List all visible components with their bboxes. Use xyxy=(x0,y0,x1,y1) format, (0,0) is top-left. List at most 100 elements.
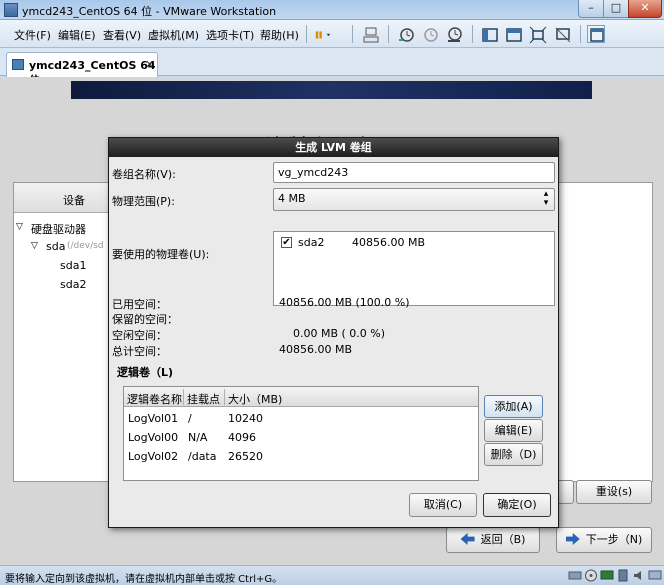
next-arrow-icon xyxy=(565,533,580,545)
pv-sda2-checkbox[interactable]: ✔ xyxy=(281,237,292,248)
back-button-label: 返回（B) xyxy=(480,533,526,546)
window-titlebar: ymcd243_CentOS 64 位 - VMware Workstation… xyxy=(0,0,664,20)
snapshot-take-icon[interactable] xyxy=(396,25,414,43)
pause-icon[interactable] xyxy=(313,25,343,43)
cdrom-icon[interactable] xyxy=(584,569,598,582)
total-space-value: 40856.00 MB xyxy=(279,343,353,356)
delete-lv-button[interactable]: 删除（D) xyxy=(484,443,543,466)
pv-size: 40856.00 MB xyxy=(352,236,426,249)
lv-col-name[interactable]: 逻辑卷名称 xyxy=(127,391,182,407)
device-column-label: 设备 xyxy=(63,194,85,207)
network-icon[interactable] xyxy=(600,569,614,582)
lv-name: LogVol00 xyxy=(128,431,179,444)
vg-name-input[interactable]: vg_ymcd243 xyxy=(273,162,555,183)
pe-size-label: 物理范围(P): xyxy=(112,195,175,208)
vm-icon xyxy=(12,59,24,70)
add-lv-button[interactable]: 添加(A) xyxy=(484,395,543,418)
tree-item-sda1[interactable]: sda1 xyxy=(60,259,86,272)
tree-expander-icon[interactable]: ▽ xyxy=(31,241,38,251)
vg-name-label: 卷组名称(V): xyxy=(112,168,176,181)
window-title: ymcd243_CentOS 64 位 - VMware Workstation xyxy=(22,5,277,18)
column-divider xyxy=(183,389,184,405)
menu-help[interactable]: 帮助(H) xyxy=(260,27,299,43)
logical-volume-table[interactable]: 逻辑卷名称 挂载点 大小（MB) LogVol01 / 10240 LogVol… xyxy=(123,386,479,481)
menu-tabs[interactable]: 选项卡(T) xyxy=(206,27,254,43)
dialog-title: 生成 LVM 卷组 xyxy=(109,138,558,157)
minimize-button[interactable]: – xyxy=(578,0,604,18)
lv-col-mount[interactable]: 挂载点 xyxy=(187,391,220,407)
display-icon[interactable] xyxy=(648,569,662,582)
ok-button[interactable]: 确定(O) xyxy=(483,493,551,517)
toolbar-separator xyxy=(580,25,581,43)
physical-volume-list[interactable]: ✔ sda2 40856.00 MB xyxy=(273,231,555,306)
tab-vm[interactable]: ymcd243_CentOS 64 位 ✕ xyxy=(6,52,158,87)
installer-banner xyxy=(71,81,592,99)
lv-row[interactable]: LogVol00 N/A 4096 xyxy=(124,428,478,448)
lv-row[interactable]: LogVol02 /data 26520 xyxy=(124,447,478,467)
menu-file[interactable]: 文件(F) xyxy=(14,27,51,43)
lv-mount: /data xyxy=(188,450,217,463)
lv-size: 10240 xyxy=(228,412,263,425)
close-button[interactable]: ✕ xyxy=(628,0,662,18)
reset-button[interactable]: 重设(s) xyxy=(576,480,652,504)
toolbar-separator xyxy=(306,25,307,43)
used-space-value: 40856.00 MB (100.0 %) xyxy=(279,296,410,309)
sidebar-icon[interactable] xyxy=(480,25,498,43)
lv-size: 26520 xyxy=(228,450,263,463)
send-ctrl-alt-del-icon[interactable] xyxy=(361,25,379,43)
toolbar-separator xyxy=(352,25,353,43)
lv-mount: N/A xyxy=(188,431,208,444)
pe-size-select[interactable]: 4 MB ▴ ▾ xyxy=(273,188,555,211)
vmware-app-icon xyxy=(4,3,18,17)
reserved-space-label: 保留的空间： xyxy=(112,313,178,326)
lv-name: LogVol01 xyxy=(128,412,179,425)
maximize-button[interactable]: □ xyxy=(603,0,629,18)
console-view-icon[interactable] xyxy=(504,25,522,43)
usb-icon[interactable] xyxy=(616,569,630,582)
lv-mount: / xyxy=(188,412,192,425)
lvm-volume-group-dialog: 生成 LVM 卷组 卷组名称(V): vg_ymcd243 物理范围(P): 4… xyxy=(108,137,559,528)
back-arrow-icon xyxy=(460,533,475,545)
select-arrows-icon: ▴ ▾ xyxy=(543,189,549,208)
snapshot-manager-icon[interactable] xyxy=(444,25,462,43)
menu-vm[interactable]: 虚拟机(M) xyxy=(148,27,199,43)
lv-table-header: 逻辑卷名称 挂载点 大小（MB) xyxy=(124,387,478,407)
vm-console[interactable]: 请选择源驱动器 设备 ▽ 硬盘驱动器 ▽ sda (/dev/sd sda1 s… xyxy=(0,77,664,565)
tree-item-sda[interactable]: sda xyxy=(46,240,65,253)
lv-size: 4096 xyxy=(228,431,256,444)
pv-label: 要使用的物理卷(U): xyxy=(112,248,210,261)
hdd-icon[interactable] xyxy=(568,569,582,582)
device-column-header[interactable]: 设备 xyxy=(14,183,110,213)
next-button[interactable]: 下一步（N) xyxy=(556,527,652,553)
tab-close-icon[interactable]: ✕ xyxy=(145,58,154,71)
next-button-label: 下一步（N) xyxy=(585,533,643,546)
status-text: 要将输入定向到该虚拟机，请在虚拟机内部单击或按 Ctrl+G。 xyxy=(5,574,283,585)
menu-edit[interactable]: 编辑(E) xyxy=(58,27,96,43)
tree-item-hard-drives[interactable]: 硬盘驱动器 xyxy=(31,221,86,237)
cancel-button[interactable]: 取消(C) xyxy=(409,493,477,517)
edit-lv-button[interactable]: 编辑(E) xyxy=(484,419,543,442)
status-bar: 要将输入定向到该虚拟机，请在虚拟机内部单击或按 Ctrl+G。 xyxy=(0,565,664,585)
free-space-label: 空闲空间： xyxy=(112,329,167,342)
menu-view[interactable]: 查看(V) xyxy=(103,27,141,43)
tree-item-sda2[interactable]: sda2 xyxy=(60,278,86,291)
tree-expander-icon[interactable]: ▽ xyxy=(16,222,23,232)
lv-name: LogVol02 xyxy=(128,450,179,463)
column-divider xyxy=(224,389,225,405)
sound-icon[interactable] xyxy=(632,569,646,582)
fullscreen-icon[interactable] xyxy=(528,25,547,44)
lv-section-label: 逻辑卷（L) xyxy=(117,366,174,379)
toolbar-separator xyxy=(472,25,473,43)
back-button[interactable]: 返回（B) xyxy=(446,527,540,553)
tree-item-sda-path: (/dev/sd xyxy=(67,241,104,251)
vm-tab-bar: ymcd243_CentOS 64 位 ✕ xyxy=(0,48,664,87)
unity-icon[interactable] xyxy=(553,25,571,43)
pv-name: sda2 xyxy=(298,236,325,249)
free-space-value: 0.00 MB ( 0.0 %) xyxy=(293,327,386,340)
lv-row[interactable]: LogVol01 / 10240 xyxy=(124,409,478,429)
library-icon[interactable] xyxy=(587,25,605,43)
lv-col-size[interactable]: 大小（MB) xyxy=(228,391,282,407)
snapshot-revert-icon[interactable] xyxy=(420,25,438,43)
used-space-label: 已用空间： xyxy=(112,298,167,311)
menu-toolbar: 文件(F) 编辑(E) 查看(V) 虚拟机(M) 选项卡(T) 帮助(H) xyxy=(0,20,664,48)
